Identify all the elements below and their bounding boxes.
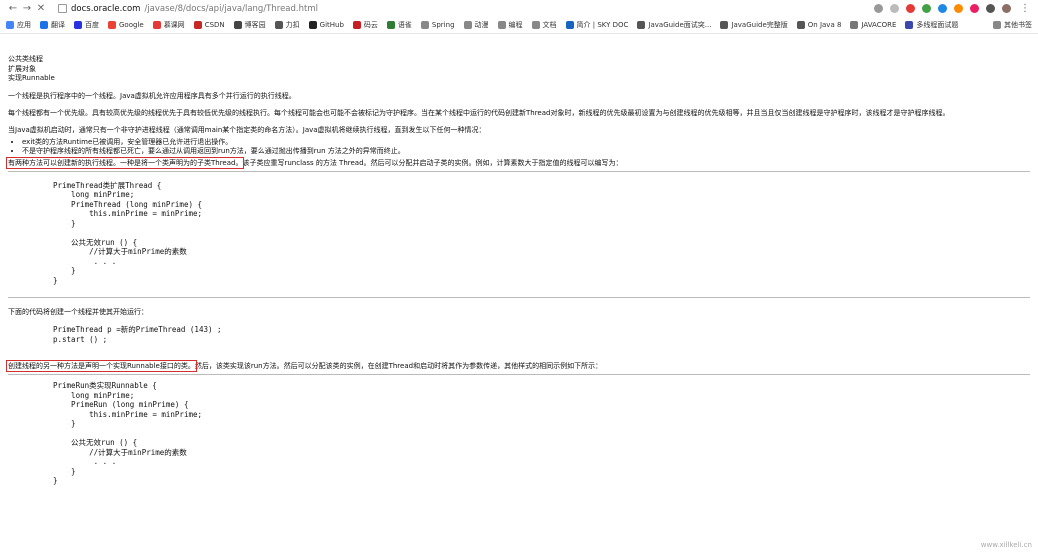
translate-icon	[40, 21, 48, 29]
folder-icon	[531, 21, 540, 29]
star-icon[interactable]	[890, 4, 899, 13]
bookmark[interactable]: 力扣	[274, 20, 300, 30]
yuque-icon	[386, 21, 395, 29]
extension-icon[interactable]	[938, 4, 947, 13]
bookmark[interactable]: Google	[108, 21, 144, 29]
bookmark[interactable]: 码云	[352, 20, 378, 30]
bookmark[interactable]: CSDN	[193, 21, 225, 29]
extends-line: 扩展对象	[8, 64, 36, 73]
sky-doc-icon	[565, 21, 574, 29]
bookmark[interactable]: GitHub	[308, 21, 344, 29]
folder-icon	[993, 21, 1001, 29]
lock-icon	[58, 4, 67, 13]
list-item: 不是守护程序线程的所有线程都已死亡，要么通过从调用返回到run方法，要么通过抛出…	[22, 147, 1030, 156]
class-declaration: 公共类线程	[8, 55, 43, 63]
globe-icon	[720, 21, 729, 29]
bookmark[interactable]: 动漫	[463, 20, 489, 30]
bookmark[interactable]: 博客园	[233, 20, 266, 30]
bookmark[interactable]: 简介 | SKY DOC	[565, 20, 628, 30]
javacore-icon	[850, 21, 859, 29]
folder-icon	[497, 21, 506, 29]
globe-icon	[796, 21, 805, 29]
condition-list: exit类的方法Runtime已被调用，安全管理器已允许进行退出操作。 不是守护…	[8, 138, 1030, 156]
address-bar[interactable]: docs.oracle.com/javase/8/docs/api/java/l…	[58, 4, 318, 14]
extension-icon[interactable]	[922, 4, 931, 13]
code-block: PrimeThread类扩展Thread { long minPrime; Pr…	[53, 180, 203, 285]
paragraph: 一个线程是执行程序中的一个线程。Java虚拟机允许应用程序具有多个并行运行的执行…	[8, 91, 296, 100]
bookmark[interactable]: 编程	[497, 20, 523, 30]
bookmark[interactable]: 语雀	[386, 20, 412, 30]
bookmark[interactable]: 文档	[531, 20, 557, 30]
extension-icon[interactable]	[906, 4, 915, 13]
paragraph: 有两种方法可以创建新的执行线程。一种是将一个类声明为的子类Thread。该子类应…	[5, 156, 623, 169]
browser-toolbar: ← → ✕ docs.oracle.com/javase/8/docs/api/…	[0, 0, 1038, 17]
folder-icon	[420, 21, 429, 29]
bookmark[interactable]: 多线程面试题	[905, 20, 958, 30]
implements-line: 实现Runnable	[8, 74, 55, 82]
back-icon[interactable]: ←	[6, 3, 20, 14]
menu-icon[interactable]: ⋮	[1018, 3, 1032, 14]
baidu-icon	[74, 21, 82, 29]
globe-icon	[637, 21, 646, 29]
puzzle-icon[interactable]	[986, 4, 995, 13]
extension-icon[interactable]	[954, 4, 963, 13]
url-path: /javase/8/docs/api/java/lang/Thread.html	[144, 3, 318, 14]
avatar[interactable]	[1002, 4, 1011, 13]
watermark: www.xillkeli.cn	[980, 541, 1032, 549]
bookmark[interactable]: On Java 8	[796, 21, 841, 29]
bookmarks-bar: 应用 翻译 百度 Google 慕课网 CSDN 博客园 力扣 GitHub 码…	[0, 17, 1038, 34]
paragraph: 下面的代码将创建一个线程并使其开始运行：	[8, 308, 148, 316]
url-host: docs.oracle.com	[71, 3, 141, 14]
bookmark[interactable]: JAVACORE	[850, 21, 896, 29]
extension-icons: ⋮	[874, 3, 1032, 14]
paragraph: 创建线程的另一种方法是声明一个实现Runnable接口的类。然后，该类实现该ru…	[6, 360, 603, 372]
bookmark[interactable]: 百度	[74, 20, 99, 30]
bookmark[interactable]: JavaGuide完整版	[720, 20, 788, 30]
code-block: PrimeThread p =新的PrimeThread (143) ; p.s…	[53, 325, 222, 344]
paragraph: 当Java虚拟机启动时，通常只有一个非守护进程线程（通常调用main某个指定类的…	[8, 125, 486, 134]
class-header: 公共类线程 扩展对象 实现Runnable	[8, 55, 1030, 84]
imooc-icon	[152, 21, 161, 29]
globe-icon	[274, 21, 283, 29]
bookmark[interactable]: 应用	[6, 20, 31, 30]
bookmark[interactable]: 翻译	[40, 20, 65, 30]
bookmark[interactable]: Spring	[420, 21, 455, 29]
cnblogs-icon	[233, 21, 242, 29]
close-icon[interactable]: ✕	[34, 3, 48, 14]
google-icon	[108, 21, 116, 29]
highlighted-sentence: 创建线程的另一种方法是声明一个实现Runnable接口的类。	[6, 360, 197, 372]
list-item: exit类的方法Runtime已被调用，安全管理器已允许进行退出操作。	[22, 138, 1030, 147]
paragraph: 每个线程都有一个优先级。具有较高优先级的线程优先于具有较低优先级的线程执行。每个…	[8, 108, 950, 117]
csdn-icon	[193, 21, 202, 29]
code-block: PrimeRun类实现Runnable { long minPrime; Pri…	[53, 381, 203, 485]
divider	[8, 297, 1030, 298]
apps-icon	[6, 21, 14, 29]
forward-icon[interactable]: →	[20, 3, 34, 14]
github-icon	[308, 21, 317, 29]
doc-content: 公共类线程 扩展对象 实现Runnable 一个线程是执行程序中的一个线程。Ja…	[5, 55, 1030, 486]
folder-icon	[463, 21, 472, 29]
gitee-icon	[352, 21, 361, 29]
bookmark[interactable]: JavaGuide面试突...	[637, 20, 711, 30]
divider	[8, 170, 1030, 172]
highlighted-sentence: 有两种方法可以创建新的执行线程。一种是将一个类声明为的子类Thread。	[5, 156, 245, 169]
extension-icon[interactable]	[970, 4, 979, 13]
bookmark-other[interactable]: 其他书签	[993, 20, 1032, 30]
doc-icon	[905, 21, 914, 29]
divider	[8, 374, 1030, 375]
bookmark[interactable]: 慕课网	[152, 20, 185, 30]
translate-icon[interactable]	[874, 4, 883, 13]
